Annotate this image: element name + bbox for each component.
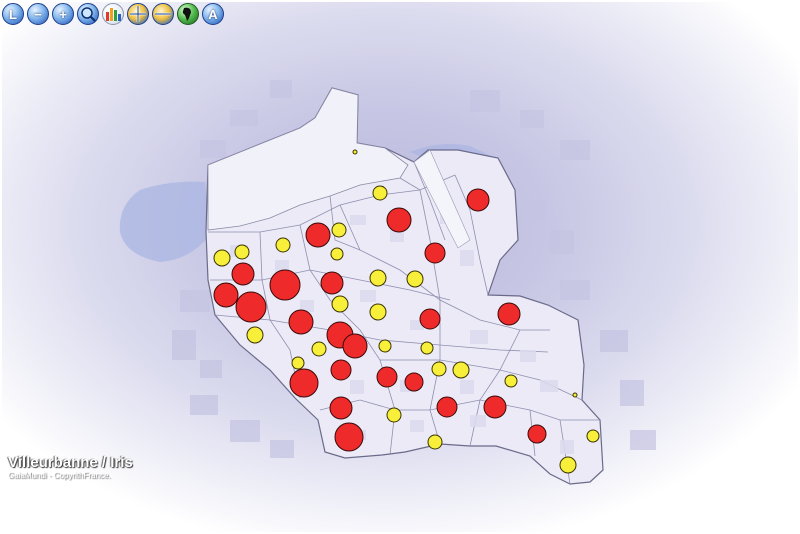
iris-symbol-yellow[interactable] bbox=[378, 339, 392, 353]
iris-symbol-yellow[interactable] bbox=[386, 407, 402, 423]
iris-symbol-red[interactable] bbox=[334, 422, 364, 452]
world-map-button[interactable] bbox=[177, 3, 199, 25]
iris-symbol-red[interactable] bbox=[329, 396, 353, 420]
iris-symbol-red[interactable] bbox=[269, 269, 301, 301]
zoom-in-icon: + bbox=[59, 6, 67, 22]
map-viewport[interactable]: Villeurbanne / Iris GaiaMundi - Copyrith… bbox=[2, 2, 798, 532]
copyright-text: GaiaMundi - CopyrithFrance. bbox=[8, 471, 111, 480]
map-caption: Villeurbanne / Iris GaiaMundi - Copyrith… bbox=[8, 454, 133, 480]
chart-bars-icon bbox=[106, 8, 121, 21]
iris-symbol-yellow[interactable] bbox=[586, 429, 600, 443]
zoom-in-button[interactable]: + bbox=[52, 3, 74, 25]
river-water bbox=[119, 181, 210, 262]
iris-symbol-yellow[interactable] bbox=[452, 361, 470, 379]
iris-symbol-yellow[interactable] bbox=[427, 434, 443, 450]
iris-symbol-yellow[interactable] bbox=[420, 341, 434, 355]
labels-button[interactable]: A bbox=[202, 3, 224, 25]
iris-symbol-yellow[interactable] bbox=[331, 222, 347, 238]
iris-symbol-red[interactable] bbox=[386, 207, 412, 233]
iris-symbol-red[interactable] bbox=[483, 395, 507, 419]
map-title: Villeurbanne / Iris bbox=[8, 454, 133, 471]
labels-icon: A bbox=[208, 6, 218, 22]
iris-symbol-red[interactable] bbox=[466, 188, 490, 212]
iris-symbol-yellow[interactable] bbox=[213, 249, 231, 267]
territory bbox=[205, 87, 604, 485]
iris-symbol-red[interactable] bbox=[288, 309, 314, 335]
iris-symbol-yellow[interactable] bbox=[406, 270, 424, 288]
add-layer-icon bbox=[130, 6, 146, 22]
layers-button[interactable]: L bbox=[2, 3, 24, 25]
iris-symbol-yellow[interactable] bbox=[372, 185, 388, 201]
iris-symbol-yellow[interactable] bbox=[369, 303, 387, 321]
iris-symbol-yellow[interactable] bbox=[234, 244, 250, 260]
iris-symbol-red[interactable] bbox=[320, 271, 344, 295]
remove-layer-icon bbox=[155, 12, 171, 16]
zoom-extent-icon bbox=[81, 7, 96, 22]
map-canvas[interactable] bbox=[2, 2, 798, 532]
iris-symbol-red[interactable] bbox=[404, 372, 424, 392]
iris-symbol-yellow[interactable] bbox=[352, 149, 358, 155]
world-map-icon bbox=[182, 7, 191, 22]
iris-symbol-red[interactable] bbox=[235, 291, 267, 323]
iris-symbol-red[interactable] bbox=[497, 302, 521, 326]
iris-symbol-red[interactable] bbox=[424, 242, 446, 264]
iris-symbol-yellow[interactable] bbox=[431, 361, 447, 377]
remove-layer-button[interactable] bbox=[152, 3, 174, 25]
iris-symbol-yellow[interactable] bbox=[369, 269, 387, 287]
zoom-out-icon: − bbox=[34, 6, 42, 22]
iris-symbol-yellow[interactable] bbox=[559, 456, 577, 474]
iris-symbol-red[interactable] bbox=[342, 333, 368, 359]
iris-symbol-yellow[interactable] bbox=[311, 341, 327, 357]
map-toolbar: L − + A bbox=[2, 3, 224, 27]
iris-symbol-yellow[interactable] bbox=[504, 374, 518, 388]
iris-symbol-yellow[interactable] bbox=[331, 295, 349, 313]
iris-symbol-red[interactable] bbox=[527, 424, 547, 444]
chart-button[interactable] bbox=[102, 3, 124, 25]
iris-symbol-red[interactable] bbox=[436, 396, 458, 418]
iris-symbol-red[interactable] bbox=[213, 282, 239, 308]
zoom-extent-button[interactable] bbox=[77, 3, 99, 25]
iris-symbol-yellow[interactable] bbox=[275, 237, 291, 253]
iris-symbol-red[interactable] bbox=[376, 366, 398, 388]
iris-symbol-red[interactable] bbox=[231, 262, 255, 286]
iris-symbol-red[interactable] bbox=[330, 359, 352, 381]
add-layer-button[interactable] bbox=[127, 3, 149, 25]
layers-icon: L bbox=[9, 6, 17, 22]
zoom-out-button[interactable]: − bbox=[27, 3, 49, 25]
iris-symbol-red[interactable] bbox=[289, 368, 319, 398]
iris-symbol-red[interactable] bbox=[305, 222, 331, 248]
iris-symbol-yellow[interactable] bbox=[246, 326, 264, 344]
iris-symbol-red[interactable] bbox=[419, 308, 441, 330]
iris-symbol-yellow[interactable] bbox=[572, 392, 578, 398]
iris-symbol-yellow[interactable] bbox=[330, 247, 344, 261]
iris-symbol-yellow[interactable] bbox=[291, 356, 305, 370]
